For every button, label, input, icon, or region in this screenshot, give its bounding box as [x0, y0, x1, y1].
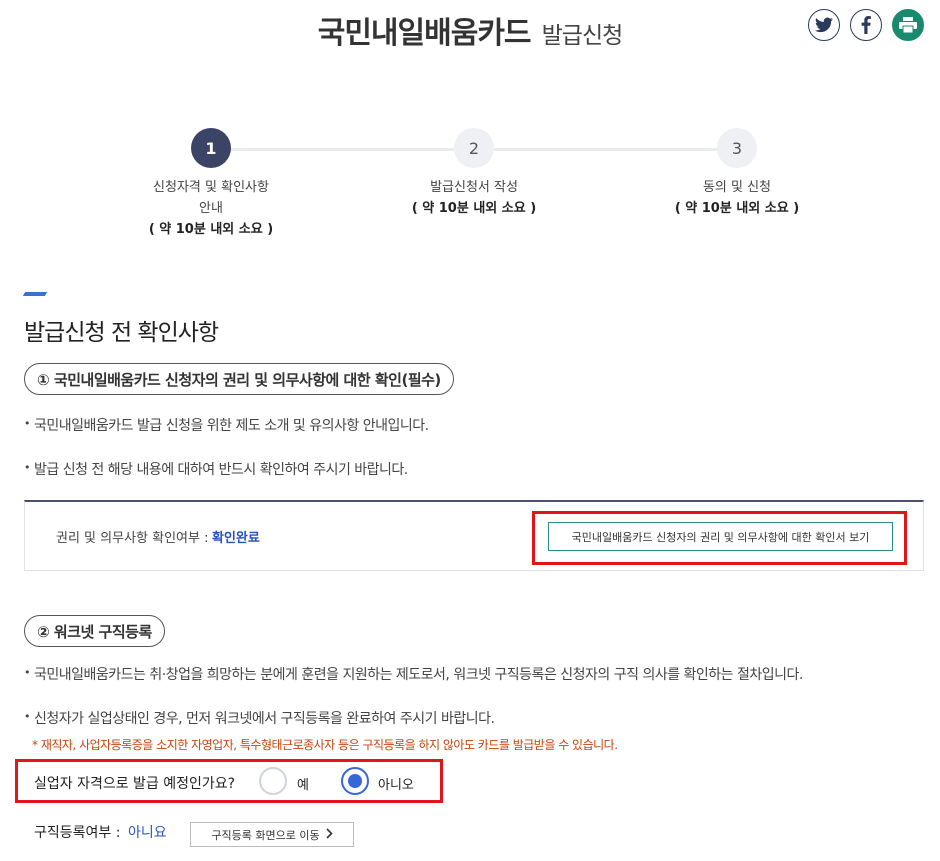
part2-bullet-1: 국민내일배움카드는 취·창업을 희망하는 분에게 훈련을 지원하는 제도로서, … [24, 664, 803, 684]
confirm-label: 권리 및 의무사항 확인여부 : [56, 531, 209, 546]
radio-yes[interactable] [259, 767, 287, 795]
step-2-duration: ( 약 10분 내외 소요 ) [411, 201, 537, 216]
confirm-value: 확인완료 [212, 531, 260, 546]
jobreg-value: 아니요 [128, 825, 167, 841]
goto-jobreg-button[interactable]: 구직등록 화면으로 이동 [190, 822, 354, 847]
view-rights-document-button[interactable]: 국민내일배움카드 신청자의 권리 및 의무사항에 대한 확인서 보기 [548, 522, 893, 551]
page-title-sub: 발급신청 [541, 23, 624, 49]
part2-bullet-2: 신청자가 실업상태인 경우, 먼저 워크넷에서 구직등록을 완료하여 주시기 바… [24, 708, 495, 728]
section-accent-bar [22, 292, 48, 296]
part1-heading: ① 국민내일배움카드 신청자의 권리 및 의무사항에 대한 확인(필수) [24, 363, 454, 395]
jobreg-label: 구직등록여부 : [34, 825, 121, 841]
section-title: 발급신청 전 확인사항 [24, 320, 219, 346]
exemption-note: * 재직자, 사업자등록증을 소지한 자영업자, 특수형태근로종사자 등은 구직… [32, 738, 618, 752]
radio-no[interactable] [341, 767, 369, 795]
page-title-main: 국민내일배움카드 [317, 16, 532, 51]
radio-no-label[interactable]: 아니오 [378, 774, 414, 793]
facebook-icon [861, 16, 871, 34]
step-1-label: 신청자격 및 확인사항 [153, 180, 269, 195]
step-2-text: 발급신청서 작성 ( 약 10분 내외 소요 ) [354, 177, 594, 219]
facebook-share-button[interactable] [850, 9, 882, 41]
step-2-circle: 2 [454, 128, 494, 168]
print-button[interactable] [892, 9, 924, 41]
twitter-icon [815, 17, 833, 33]
step-3-label: 동의 및 신청 [702, 180, 772, 195]
step-1-circle: 1 [191, 128, 231, 168]
unemployed-question: 실업자 자격으로 발급 예정인가요? [34, 776, 236, 792]
step-3-text: 동의 및 신청 ( 약 10분 내외 소요 ) [617, 177, 857, 219]
twitter-share-button[interactable] [808, 9, 840, 41]
goto-jobreg-label: 구직등록 화면으로 이동 [211, 828, 320, 842]
step-connector [230, 148, 454, 151]
step-1-text: 신청자격 및 확인사항 안내 ( 약 10분 내외 소요 ) [91, 177, 331, 240]
page-title: 국민내일배움카드 발급신청 [0, 8, 940, 52]
step-1-label2: 안내 [199, 201, 223, 216]
chevron-right-icon [326, 827, 333, 842]
print-icon [899, 17, 917, 33]
step-connector [494, 148, 718, 151]
radio-yes-label[interactable]: 예 [297, 774, 309, 793]
step-3-circle: 3 [717, 128, 757, 168]
step-3-duration: ( 약 10분 내외 소요 ) [674, 201, 800, 216]
part2-heading: ② 워크넷 구직등록 [24, 615, 165, 647]
part1-bullet-1: 국민내일배움카드 발급 신청을 위한 제도 소개 및 유의사항 안내입니다. [24, 415, 429, 435]
part1-bullet-2: 발급 신청 전 해당 내용에 대하여 반드시 확인하여 주시기 바랍니다. [24, 459, 408, 479]
step-1-duration: ( 약 10분 내외 소요 ) [148, 222, 274, 237]
step-2-label: 발급신청서 작성 [430, 180, 518, 195]
